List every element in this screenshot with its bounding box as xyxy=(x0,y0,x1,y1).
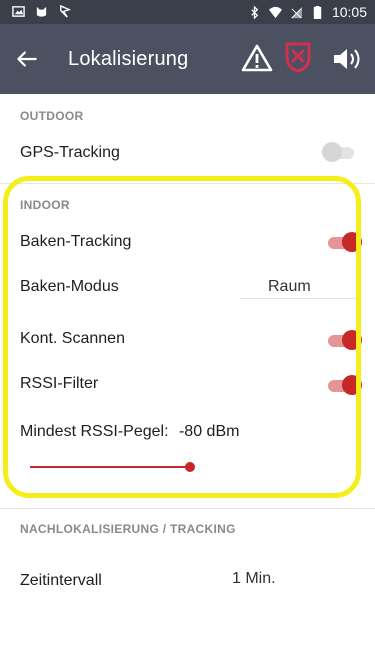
page-title: Lokalisierung xyxy=(68,48,189,70)
settings-content: OUTDOOR GPS-Tracking INDOOR Baken-Tracki… xyxy=(0,94,375,659)
rssi-filter-label: RSSI-Filter xyxy=(20,375,99,392)
warning-icon[interactable] xyxy=(241,43,273,73)
wifi-icon xyxy=(268,6,282,18)
switch-thumb xyxy=(322,142,342,162)
section-header-indoor: INDOOR xyxy=(20,198,70,212)
divider xyxy=(0,508,375,509)
switch-thumb xyxy=(342,232,362,252)
baken-tracking-label: Baken-Tracking xyxy=(20,233,132,250)
status-bar: 10:05 xyxy=(0,0,375,24)
status-right-icons: 10:05 xyxy=(248,4,367,20)
mindest-rssi-value: -80 dBm xyxy=(178,423,240,440)
switch-thumb xyxy=(342,330,362,350)
rssi-slider[interactable] xyxy=(30,459,205,475)
switch-thumb xyxy=(342,375,362,395)
zeitintervall-label: Zeitintervall xyxy=(20,572,102,589)
baken-modus-label: Baken-Modus xyxy=(20,278,119,295)
status-left-icons xyxy=(12,5,71,18)
volume-icon[interactable] xyxy=(331,44,363,74)
baken-modus-select[interactable]: Raum xyxy=(268,278,311,296)
dropdown-underline xyxy=(240,298,358,299)
slider-track xyxy=(30,466,190,468)
gps-tracking-label: GPS-Tracking xyxy=(20,144,120,161)
kont-scannen-label: Kont. Scannen xyxy=(20,330,125,347)
gps-tracking-switch[interactable] xyxy=(322,142,358,162)
shield-alert-icon[interactable] xyxy=(284,41,312,73)
baken-tracking-switch[interactable] xyxy=(326,232,362,252)
slider-thumb[interactable] xyxy=(185,462,195,472)
kont-scannen-switch[interactable] xyxy=(326,330,362,350)
cat-icon xyxy=(36,6,47,17)
mindest-rssi-caption: Mindest RSSI-Pegel: xyxy=(20,423,169,440)
flag-icon xyxy=(60,5,71,18)
status-time: 10:05 xyxy=(331,4,367,20)
signal-icon xyxy=(290,6,303,18)
battery-icon xyxy=(313,5,322,19)
divider xyxy=(0,183,375,184)
back-arrow-icon[interactable] xyxy=(14,46,40,72)
app-bar: Lokalisierung xyxy=(0,24,375,94)
mindest-rssi-label: Mindest RSSI-Pegel: -80 dBm xyxy=(20,423,239,441)
section-header-nachlokalisierung: NACHLOKALISIERUNG / TRACKING xyxy=(20,522,236,536)
zeitintervall-select[interactable]: 1 Min. xyxy=(232,570,276,588)
rssi-filter-switch[interactable] xyxy=(326,375,362,395)
bluetooth-icon xyxy=(251,5,259,19)
section-header-outdoor: OUTDOOR xyxy=(20,109,84,123)
image-icon xyxy=(12,6,25,17)
